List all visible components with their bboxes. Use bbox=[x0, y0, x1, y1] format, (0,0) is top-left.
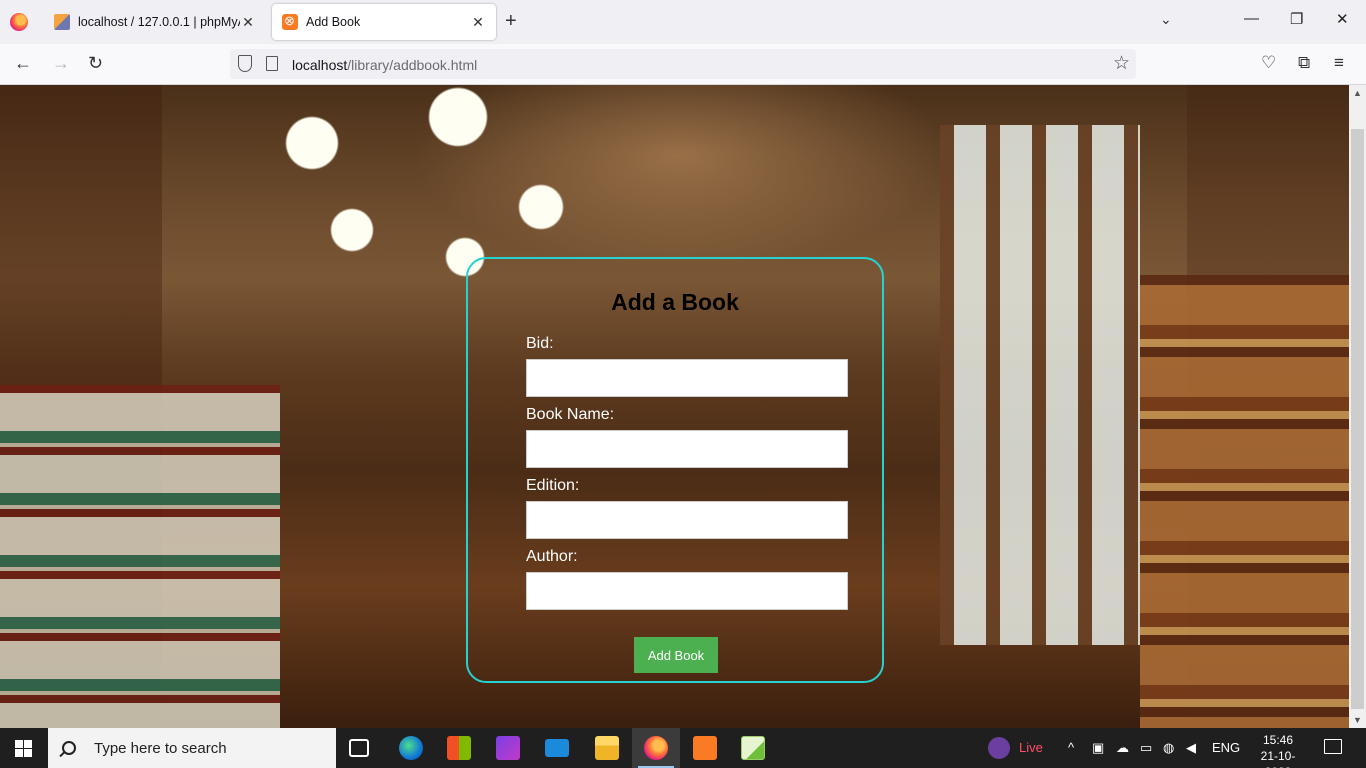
file-explorer-icon[interactable] bbox=[595, 736, 619, 760]
live-icon[interactable] bbox=[988, 737, 1010, 759]
back-icon[interactable]: ← bbox=[14, 53, 32, 74]
scroll-up-icon[interactable]: ▲ bbox=[1353, 88, 1362, 98]
minimize-icon[interactable]: — bbox=[1244, 10, 1259, 27]
close-tab-icon[interactable]: ✕ bbox=[240, 14, 256, 31]
language-indicator[interactable]: ENG bbox=[1212, 740, 1240, 755]
firefox-icon[interactable] bbox=[10, 13, 28, 31]
bid-label: Bid: bbox=[526, 335, 554, 352]
firefox-taskbar-icon bbox=[644, 736, 668, 760]
reload-icon[interactable]: ↻ bbox=[88, 53, 103, 74]
edition-input[interactable] bbox=[526, 501, 848, 539]
extensions-icon[interactable]: ⧉ bbox=[1298, 53, 1310, 73]
tab-add-book[interactable]: Add Book ✕ bbox=[272, 4, 496, 40]
url-host: localhost bbox=[292, 57, 348, 73]
tab-title: localhost / 127.0.0.1 | phpMyAd bbox=[78, 15, 240, 29]
windows-taskbar: Type here to search Live ^ ▣ ☁ ▭ ◍ ◀ ENG… bbox=[0, 728, 1366, 768]
store-icon[interactable] bbox=[447, 736, 471, 760]
cloud-icon[interactable]: ☁ bbox=[1116, 740, 1129, 756]
taskbar-active-firefox[interactable] bbox=[632, 728, 680, 768]
notepad-plus-icon[interactable] bbox=[741, 736, 765, 760]
restore-icon[interactable]: ❐ bbox=[1290, 10, 1303, 28]
add-book-form: Add a Book Bid: Book Name: Edition: Auth… bbox=[466, 257, 884, 683]
mail-icon[interactable] bbox=[545, 739, 569, 757]
search-icon bbox=[62, 741, 76, 755]
new-tab-icon[interactable]: + bbox=[505, 10, 517, 33]
url-text[interactable]: localhost/library/addbook.html bbox=[292, 57, 477, 73]
windows-start-icon[interactable] bbox=[15, 740, 32, 757]
search-placeholder: Type here to search bbox=[94, 739, 227, 757]
browser-tab-bar: localhost / 127.0.0.1 | phpMyAd ✕ Add Bo… bbox=[0, 0, 1366, 44]
xampp-taskbar-icon[interactable] bbox=[693, 736, 717, 760]
page-scrollbar[interactable]: ▲ ▼ bbox=[1349, 85, 1366, 728]
clock-time: 15:46 bbox=[1262, 733, 1294, 747]
taskbar-search[interactable]: Type here to search bbox=[48, 728, 336, 768]
forward-icon[interactable]: → bbox=[52, 53, 70, 74]
bookshelf-left bbox=[0, 385, 280, 728]
edge-icon[interactable] bbox=[399, 736, 423, 760]
scrollbar-thumb[interactable] bbox=[1351, 129, 1364, 709]
live-label[interactable]: Live bbox=[1019, 740, 1043, 755]
shield-icon[interactable] bbox=[238, 55, 252, 72]
battery-icon[interactable]: ▭ bbox=[1140, 740, 1152, 756]
add-book-button[interactable]: Add Book bbox=[634, 637, 718, 673]
scroll-down-icon[interactable]: ▼ bbox=[1353, 715, 1362, 725]
form-title: Add a Book bbox=[611, 289, 739, 315]
address-bar[interactable]: localhost/library/addbook.html ☆ bbox=[230, 49, 1136, 79]
notifications-icon[interactable] bbox=[1324, 739, 1342, 754]
browser-nav-bar: ← → ↻ localhost/library/addbook.html ☆ ♡… bbox=[0, 44, 1366, 85]
xampp-icon bbox=[282, 13, 298, 30]
page-icon[interactable] bbox=[266, 56, 278, 71]
task-view-icon[interactable] bbox=[349, 739, 369, 757]
library-windows bbox=[940, 125, 1140, 645]
tab-title: Add Book bbox=[306, 15, 361, 29]
bookshelf-right bbox=[1140, 275, 1349, 728]
author-input[interactable] bbox=[526, 572, 848, 610]
bookmark-star-icon[interactable]: ☆ bbox=[1113, 52, 1130, 75]
library-background: Add a Book Bid: Book Name: Edition: Auth… bbox=[0, 85, 1349, 728]
book-name-label: Book Name: bbox=[526, 406, 615, 423]
chevron-down-icon[interactable]: ⌄ bbox=[1160, 11, 1172, 28]
clock-date: 21-10-2023 bbox=[1260, 749, 1296, 768]
author-label: Author: bbox=[526, 548, 578, 565]
chevron-up-icon[interactable]: ^ bbox=[1068, 740, 1074, 755]
network-icon[interactable]: ◍ bbox=[1163, 740, 1174, 756]
close-window-icon[interactable]: ✕ bbox=[1336, 10, 1349, 28]
phpmyadmin-icon bbox=[54, 14, 70, 30]
tab-phpmyadmin[interactable]: localhost / 127.0.0.1 | phpMyAd ✕ bbox=[44, 4, 266, 40]
clock[interactable]: 15:46 21-10-2023 bbox=[1248, 732, 1308, 768]
volume-icon[interactable]: ◀ bbox=[1186, 740, 1196, 756]
book-name-input[interactable] bbox=[526, 430, 848, 468]
menu-icon[interactable]: ≡ bbox=[1334, 53, 1344, 73]
pocket-icon[interactable]: ♡ bbox=[1261, 53, 1276, 73]
edition-label: Edition: bbox=[526, 477, 580, 494]
bid-input[interactable] bbox=[526, 359, 848, 397]
meet-now-icon[interactable]: ▣ bbox=[1092, 740, 1104, 756]
close-tab-icon[interactable]: ✕ bbox=[470, 14, 486, 31]
clipchamp-icon[interactable] bbox=[496, 736, 520, 760]
url-path: /library/addbook.html bbox=[347, 57, 478, 73]
